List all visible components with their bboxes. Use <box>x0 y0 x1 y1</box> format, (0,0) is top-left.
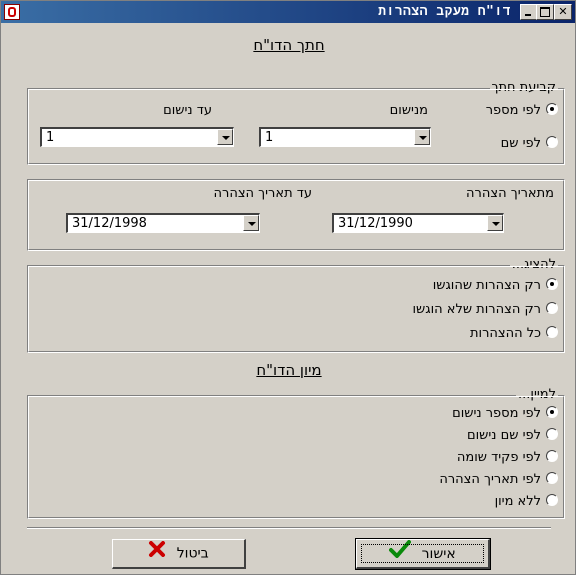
chevron-down-icon[interactable] <box>414 129 430 145</box>
to-taxpayer-select[interactable]: 1 <box>40 127 234 147</box>
cut-by-number-radio[interactable]: לפי מספר <box>486 103 558 118</box>
window-title: דו"ח מעקב הצהרות <box>378 4 511 19</box>
radio-empty-icon <box>546 302 558 314</box>
close-button[interactable]: ✕ <box>554 4 572 20</box>
from-taxpayer-select[interactable]: 1 <box>259 127 431 147</box>
report-section-title: חתך הדו"ח <box>253 36 325 54</box>
radio-empty-icon <box>546 136 558 148</box>
radio-selected-icon <box>546 278 558 290</box>
show-group-legend: להציג... <box>509 257 558 272</box>
from-date-label: מתאריך הצהרה <box>466 186 554 201</box>
maximize-button[interactable] <box>536 4 554 20</box>
radio-selected-icon <box>546 406 558 418</box>
show-submitted-radio[interactable]: רק הצהרות שהוגשו <box>433 278 558 293</box>
sort-by-date-radio[interactable]: לפי תאריך הצהרה <box>439 472 558 487</box>
sort-group: למיין... לפי מספר נישום לפי שם נישום לפי… <box>27 387 565 519</box>
radio-empty-icon <box>546 494 558 506</box>
radio-empty-icon <box>546 472 558 484</box>
sort-by-name-radio[interactable]: לפי שם נישום <box>467 428 558 443</box>
show-all-radio[interactable]: כל ההצהרות <box>470 326 558 341</box>
x-icon <box>148 540 166 567</box>
radio-empty-icon <box>546 428 558 440</box>
to-date-label: עד תאריך הצהרה <box>213 186 313 201</box>
chevron-down-icon[interactable] <box>487 215 503 231</box>
radio-empty-icon <box>546 326 558 338</box>
to-date-select[interactable]: 31/12/1998 <box>66 213 260 233</box>
sort-by-number-radio[interactable]: לפי מספר נישום <box>452 406 558 421</box>
chevron-down-icon[interactable] <box>243 215 259 231</box>
no-sort-radio[interactable]: ללא מיון <box>495 494 558 509</box>
cut-group: קביעת חתך לפי מספר לפי שם מנישום עד נישו… <box>27 80 565 165</box>
show-group: להציג... רק הצהרות שהוגשו רק הצהרות שלא … <box>27 257 565 353</box>
app-icon[interactable] <box>4 4 20 20</box>
from-taxpayer-label: מנישום <box>389 103 428 118</box>
radio-selected-icon <box>546 103 558 115</box>
chevron-down-icon[interactable] <box>217 129 233 145</box>
report-dialog-window: דו"ח מעקב הצהרות ✕ חתך הדו"ח קביעת חתך ל… <box>0 0 576 575</box>
ok-button[interactable]: אישור <box>355 538 491 570</box>
sort-group-legend: למיין... <box>516 387 558 402</box>
from-date-select[interactable]: 31/12/1990 <box>332 213 504 233</box>
cut-group-legend: קביעת חתך <box>489 80 558 95</box>
sort-section-title: מיון הדו"ח <box>256 361 322 379</box>
cut-by-name-radio[interactable]: לפי שם <box>501 136 558 151</box>
date-group: מתאריך הצהרה עד תאריך הצהרה 31/12/1990 3… <box>27 179 565 251</box>
to-taxpayer-label: עד נישום <box>163 103 212 118</box>
title-bar[interactable]: דו"ח מעקב הצהרות ✕ <box>1 1 575 23</box>
sort-by-assessor-radio[interactable]: לפי פקיד שומה <box>457 450 558 465</box>
radio-empty-icon <box>546 450 558 462</box>
cancel-button[interactable]: ביטול <box>112 539 246 569</box>
show-not-submitted-radio[interactable]: רק הצהרות שלא הוגשו <box>412 302 558 317</box>
bottom-separator <box>27 527 551 529</box>
